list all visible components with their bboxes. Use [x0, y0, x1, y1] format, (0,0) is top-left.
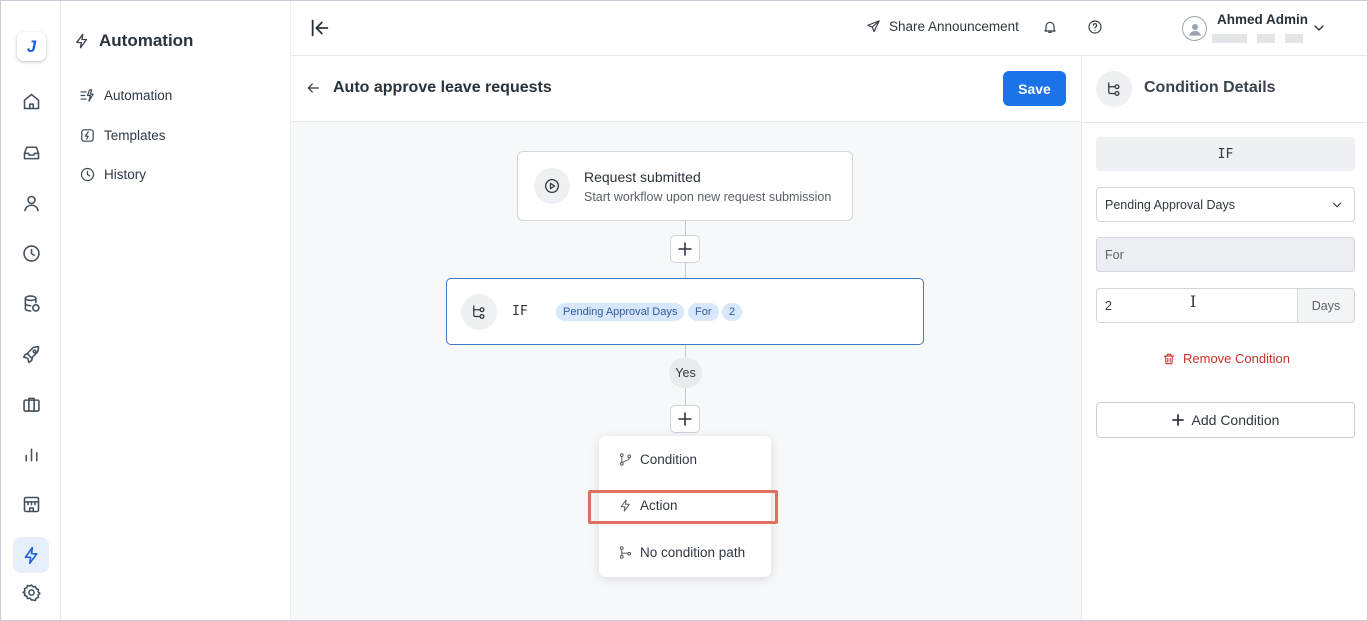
secondary-nav: Automation Automation Templates History: [61, 1, 291, 620]
store-icon[interactable]: [13, 486, 49, 522]
bell-icon: [1044, 21, 1056, 33]
condition-node[interactable]: IF Pending Approval Days For 2: [446, 278, 924, 345]
history-icon: [80, 167, 95, 182]
branch-icon: [619, 453, 632, 466]
condition-field-select[interactable]: Pending Approval Days: [1096, 187, 1355, 222]
subnav-item-label: History: [104, 167, 147, 182]
subnav-item-automation[interactable]: Automation: [79, 87, 172, 104]
database-icon[interactable]: [13, 285, 49, 321]
subnav-title: Automation: [73, 31, 193, 51]
bar-chart-icon[interactable]: [13, 436, 49, 472]
menu-item-condition[interactable]: Condition: [618, 452, 697, 467]
play-icon: [534, 168, 570, 204]
add-step-button[interactable]: [670, 235, 700, 263]
share-announcement-button[interactable]: Share Announcement: [866, 19, 1019, 34]
add-condition-label: Add Condition: [1191, 412, 1280, 428]
lightning-icon[interactable]: [13, 537, 49, 573]
subnav-title-label: Automation: [99, 31, 194, 50]
editor-header: Auto approve leave requests Save: [291, 56, 1081, 122]
home-icon[interactable]: [13, 83, 49, 119]
condition-operator-chip: For: [688, 303, 719, 321]
trigger-node[interactable]: Request submitted Start workflow upon ne…: [517, 151, 853, 221]
subnav-item-label: Templates: [104, 128, 166, 143]
briefcase-icon[interactable]: [13, 386, 49, 422]
trigger-title: Request submitted: [584, 169, 701, 185]
condition-details-panel: Condition Details IF Pending Approval Da…: [1081, 56, 1367, 620]
app-logo[interactable]: J: [17, 32, 46, 61]
save-button[interactable]: Save: [1003, 71, 1066, 106]
icon-rail: J: [1, 1, 61, 620]
templates-icon: [81, 129, 94, 142]
condition-field-chip: Pending Approval Days: [556, 303, 685, 321]
user-avatar-icon: [1188, 23, 1201, 36]
help-button[interactable]: [1087, 19, 1105, 37]
condition-branch-icon: [461, 294, 497, 330]
send-icon: [867, 20, 880, 33]
user-subtitle-redacted: [1212, 34, 1303, 43]
menu-item-action[interactable]: Action: [618, 498, 678, 513]
subnav-item-label: Automation: [104, 88, 173, 103]
lightning-icon: [620, 499, 630, 512]
settings-icon[interactable]: [13, 574, 49, 610]
inbox-icon[interactable]: [13, 134, 49, 170]
chevron-down-icon: [1314, 25, 1324, 31]
connector-line: [685, 263, 686, 278]
connector-line: [685, 388, 686, 406]
condition-operator-value: For: [1105, 247, 1124, 262]
panel-title: Condition Details: [1144, 79, 1276, 96]
if-label: IF: [1096, 137, 1355, 171]
menu-item-label: Action: [640, 498, 678, 513]
chevron-down-icon: [1332, 202, 1342, 208]
rocket-icon[interactable]: [13, 336, 49, 372]
help-icon: [1088, 20, 1102, 34]
workflow-canvas[interactable]: Request submitted Start workflow upon ne…: [291, 122, 1081, 620]
add-condition-button[interactable]: Add Condition: [1096, 402, 1355, 438]
automation-icon: [80, 89, 94, 102]
connector-line: [685, 345, 686, 358]
menu-item-label: No condition path: [640, 545, 746, 560]
menu-item-label: Condition: [640, 452, 698, 467]
collapse-sidebar-button[interactable]: [309, 17, 333, 41]
user-menu-toggle[interactable]: [1311, 20, 1327, 36]
if-label: IF: [512, 304, 528, 319]
collapse-left-icon: [311, 19, 329, 37]
text-cursor-icon: I: [1190, 292, 1197, 311]
clock-icon[interactable]: [13, 235, 49, 271]
panel-divider: [1082, 122, 1367, 123]
branch-yes-label: Yes: [669, 358, 702, 388]
days-unit-label: Days: [1297, 288, 1355, 323]
plus-icon: [1171, 414, 1184, 426]
trigger-subtitle: Start workflow upon new request submissi…: [584, 190, 832, 204]
condition-field-value: Pending Approval Days: [1105, 197, 1235, 212]
menu-item-no-condition-path[interactable]: No condition path: [618, 545, 745, 560]
subnav-item-history[interactable]: History: [79, 166, 146, 183]
user-icon[interactable]: [13, 185, 49, 221]
remove-condition-label: Remove Condition: [1183, 351, 1290, 366]
top-bar: Share Announcement Ahmed Admin: [291, 1, 1367, 56]
notifications-button[interactable]: [1042, 19, 1060, 37]
arrow-left-icon: [307, 83, 319, 93]
subnav-item-templates[interactable]: Templates: [79, 127, 166, 144]
condition-value-chip: 2: [722, 303, 743, 321]
remove-condition-button[interactable]: Remove Condition: [1162, 351, 1290, 366]
condition-operator-field: For: [1096, 237, 1355, 272]
plus-icon: [678, 242, 692, 256]
page-title: Auto approve leave requests: [333, 79, 552, 96]
lightning-icon: [76, 33, 88, 49]
path-icon: [619, 546, 632, 559]
trash-icon: [1163, 353, 1175, 364]
add-step-menu: Condition Action No condition path: [599, 436, 771, 577]
add-step-button-yes[interactable]: [670, 405, 700, 433]
app-window: J Automation Automation Templates Histor…: [0, 0, 1368, 621]
share-announcement-label: Share Announcement: [889, 19, 1019, 34]
condition-branch-icon: [1096, 71, 1132, 107]
avatar[interactable]: [1182, 16, 1207, 41]
plus-icon: [678, 412, 692, 426]
user-name[interactable]: Ahmed Admin: [1217, 12, 1308, 27]
days-value-input[interactable]: [1096, 288, 1298, 323]
back-button[interactable]: [305, 80, 321, 96]
